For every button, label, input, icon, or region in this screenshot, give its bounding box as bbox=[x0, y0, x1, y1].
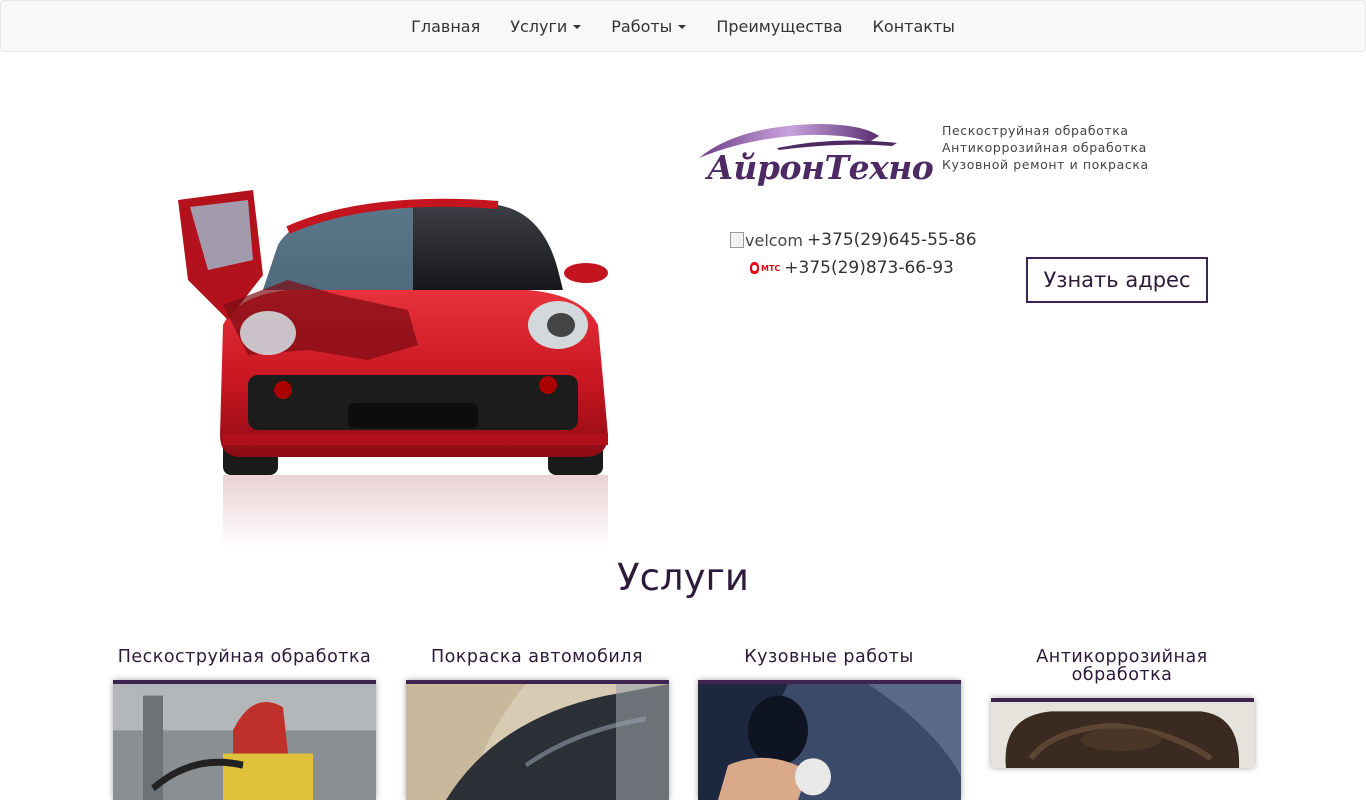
hero-car-image bbox=[168, 185, 613, 555]
velcom-logo-image: velcom bbox=[730, 231, 803, 250]
phone-mts[interactable]: МТС +375(29)873-66-93 bbox=[750, 258, 954, 278]
nav-label: Услуги bbox=[510, 16, 568, 36]
caret-down-icon bbox=[678, 25, 687, 29]
service-card-anticorrosion[interactable] bbox=[991, 698, 1254, 768]
nav-label: Преимущества bbox=[716, 16, 843, 36]
service-title-painting[interactable]: Покраска автомобиля bbox=[406, 648, 668, 666]
logo-text: АйронТехно bbox=[707, 148, 934, 187]
nav-label: Контакты bbox=[872, 16, 955, 36]
caret-down-icon bbox=[573, 25, 582, 29]
nav-label: Работы bbox=[611, 16, 673, 36]
nav-label: Главная bbox=[411, 16, 481, 36]
find-address-button[interactable]: Узнать адрес bbox=[1026, 257, 1208, 303]
service-title-bodywork[interactable]: Кузовные работы bbox=[698, 648, 960, 666]
velcom-alt-text: velcom bbox=[745, 230, 803, 250]
service-card-bodywork[interactable] bbox=[698, 680, 961, 800]
nav-item-advantages[interactable]: Преимущества bbox=[701, 17, 857, 36]
brand-tagline: Пескоструйная обработка Антикоррозийная … bbox=[942, 122, 1149, 173]
services-section-title: Услуги bbox=[617, 556, 749, 599]
tagline-line: Кузовной ремонт и покраска bbox=[942, 157, 1149, 172]
phone-velcom[interactable]: velcom +375(29)645-55-86 bbox=[730, 230, 977, 250]
nav-item-services[interactable]: Услуги bbox=[495, 17, 596, 36]
service-card-painting[interactable] bbox=[406, 680, 669, 800]
main-navbar: Главная Услуги Работы Преимущества Конта… bbox=[0, 0, 1366, 52]
tagline-line: Антикоррозийная обработка bbox=[942, 140, 1147, 155]
service-card-sandblasting[interactable] bbox=[113, 680, 376, 800]
velcom-phone-number: +375(29)645-55-86 bbox=[806, 230, 977, 250]
broken-image-icon bbox=[730, 232, 744, 248]
nav-item-contacts[interactable]: Контакты bbox=[858, 17, 970, 36]
service-title-anticorrosion[interactable]: Антикоррозийная обработка bbox=[991, 648, 1253, 684]
service-title-sandblasting[interactable]: Пескоструйная обработка bbox=[113, 648, 376, 666]
tagline-line: Пескоструйная обработка bbox=[942, 123, 1129, 138]
nav-item-works[interactable]: Работы bbox=[596, 17, 701, 36]
brand-logo[interactable]: АйронТехно bbox=[697, 118, 934, 198]
nav-item-home[interactable]: Главная bbox=[396, 17, 495, 36]
mts-phone-number: +375(29)873-66-93 bbox=[784, 258, 954, 278]
mts-logo-icon: МТС bbox=[750, 262, 780, 274]
